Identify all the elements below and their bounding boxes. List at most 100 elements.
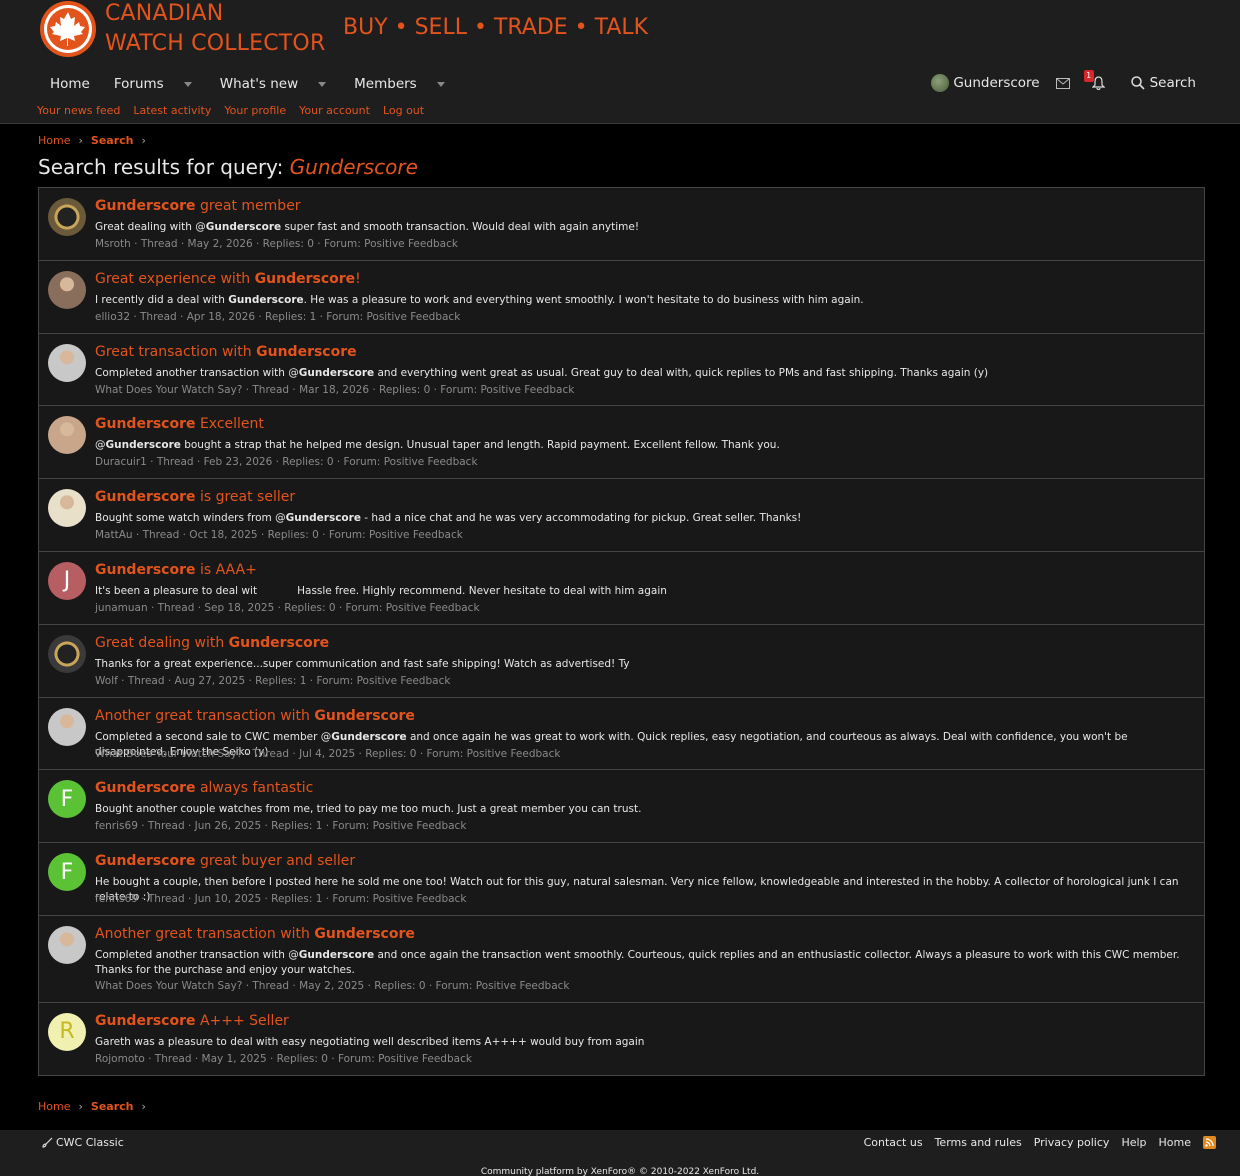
result-title[interactable]: Another great transaction with Gundersco… xyxy=(95,926,415,942)
breadcrumb-search[interactable]: Search xyxy=(91,134,134,147)
avatar[interactable]: F xyxy=(48,780,86,819)
result-snippet-highlight: Gunderscore xyxy=(285,512,361,525)
nav-whats-new[interactable]: What's new xyxy=(208,70,342,98)
breadcrumb-home[interactable]: Home xyxy=(38,134,70,147)
result-meta: What Does Your Watch Say? · Thread · Mar… xyxy=(95,383,575,396)
maple-leaf-logo-icon[interactable] xyxy=(38,0,102,58)
result-meta: Wolf · Thread · Aug 27, 2025 · Replies: … xyxy=(95,674,451,687)
search-results-list: Gunderscore great member Great dealing wi… xyxy=(38,187,1205,1076)
footer-contact-us[interactable]: Contact us xyxy=(864,1136,923,1149)
avatar[interactable] xyxy=(48,707,86,746)
inbox-button[interactable] xyxy=(1055,77,1070,89)
avatar[interactable]: R xyxy=(48,1012,86,1051)
avatar[interactable] xyxy=(48,270,86,309)
result-title-text: great buyer and seller xyxy=(195,853,356,870)
avatar[interactable] xyxy=(48,198,86,236)
result-title[interactable]: Gunderscore great buyer and seller xyxy=(95,853,355,869)
site-name[interactable]: CANADIAN WATCH COLLECTOR xyxy=(105,0,325,59)
result-title-highlight: Gunderscore xyxy=(95,1012,196,1029)
result-title-text: Great experience with xyxy=(95,270,255,287)
avatar[interactable] xyxy=(48,489,86,528)
result-title[interactable]: Gunderscore is great seller xyxy=(95,489,295,505)
search-result-item[interactable]: Gunderscore great member Great dealing wi… xyxy=(39,188,1204,261)
avatar[interactable] xyxy=(48,634,86,673)
result-title-highlight: Gunderscore xyxy=(254,270,356,287)
result-title-text: is AAA+ xyxy=(195,561,257,578)
breadcrumb-bottom: Home › Search › xyxy=(38,1100,154,1113)
nav-home[interactable]: Home xyxy=(38,70,102,98)
subnav-news-feed[interactable]: Your news feed xyxy=(37,104,120,117)
chevron-down-icon[interactable] xyxy=(318,81,327,87)
result-snippet: Great dealing with @Gunderscore super fa… xyxy=(95,220,1195,235)
avatar[interactable] xyxy=(48,416,86,455)
avatar[interactable] xyxy=(48,925,86,964)
breadcrumb-home[interactable]: Home xyxy=(38,1100,70,1113)
search-result-item[interactable]: Another great transaction with Gundersco… xyxy=(39,916,1204,1003)
result-title[interactable]: Gunderscore Excellent xyxy=(95,416,264,432)
search-result-item[interactable]: R Gunderscore A+++ Seller Gareth was a ple… xyxy=(39,1003,1204,1076)
result-meta: ellio32 · Thread · Apr 18, 2026 · Replie… xyxy=(95,310,461,323)
breadcrumb-search[interactable]: Search xyxy=(91,1100,134,1113)
result-snippet-text: I recently did a deal with xyxy=(95,293,229,306)
avatar[interactable] xyxy=(48,343,86,382)
result-title[interactable]: Gunderscore great member xyxy=(95,198,301,214)
result-title[interactable]: Gunderscore is AAA+ xyxy=(95,562,257,578)
alerts-button[interactable]: 1 xyxy=(1083,70,1105,90)
result-title[interactable]: Great dealing with Gunderscore xyxy=(95,635,329,651)
account-menu[interactable]: Gunderscore xyxy=(931,74,1040,92)
result-title-highlight: Gunderscore xyxy=(95,198,196,214)
style-chooser[interactable]: CWC Classic xyxy=(42,1136,124,1149)
subnav-your-account[interactable]: Your account xyxy=(299,104,370,117)
search-button[interactable]: Search xyxy=(1130,75,1196,91)
nav-forums[interactable]: Forums xyxy=(102,70,208,98)
search-result-item[interactable]: Great experience with Gunderscore! I rece… xyxy=(39,261,1204,334)
footer-help[interactable]: Help xyxy=(1121,1136,1146,1149)
chevron-down-icon[interactable] xyxy=(436,81,445,87)
result-snippet-text: Thanks for a great experience...super co… xyxy=(95,657,630,670)
user-nav: Gunderscore 1 Search xyxy=(931,70,1196,96)
subnav-latest-activity[interactable]: Latest activity xyxy=(133,104,211,117)
search-result-item[interactable]: Gunderscore is great seller Bought some w… xyxy=(39,479,1204,552)
paintbrush-icon xyxy=(42,1137,53,1148)
search-result-item[interactable]: Great dealing with Gunderscore Thanks for… xyxy=(39,625,1204,698)
result-snippet-highlight: Gunderscore xyxy=(298,366,375,379)
result-title[interactable]: Great experience with Gunderscore! xyxy=(95,271,361,287)
search-result-item[interactable]: Great transaction with Gunderscore Comple… xyxy=(39,334,1204,407)
footer-privacy[interactable]: Privacy policy xyxy=(1034,1136,1110,1149)
result-snippet-text: - had a nice chat and he was very accomm… xyxy=(360,512,802,525)
result-title-text: always fantastic xyxy=(195,780,314,797)
result-meta: fenris69 · Thread · Jun 26, 2025 · Repli… xyxy=(95,820,467,833)
result-title[interactable]: Great transaction with Gunderscore xyxy=(95,344,357,360)
result-snippet-text: Completed another transaction with @ xyxy=(95,948,299,961)
search-result-item[interactable]: F Gunderscore always fantastic Bought anot… xyxy=(39,770,1204,844)
subnav-your-profile[interactable]: Your profile xyxy=(224,104,286,117)
rss-icon[interactable] xyxy=(1203,1136,1216,1149)
result-meta: fenris69 · Thread · Jun 10, 2025 · Repli… xyxy=(95,893,467,906)
nav-members[interactable]: Members xyxy=(342,70,461,98)
avatar[interactable]: J xyxy=(48,561,86,600)
footer-home[interactable]: Home xyxy=(1159,1136,1191,1149)
search-result-item[interactable]: J Gunderscore is AAA+ It's been a pleasure… xyxy=(39,552,1204,625)
result-title[interactable]: Gunderscore always fantastic xyxy=(95,780,313,796)
search-result-item[interactable]: Gunderscore Excellent @Gunderscore bought… xyxy=(39,406,1204,480)
result-title-text: Great transaction with xyxy=(95,343,257,360)
result-title-highlight: Gunderscore xyxy=(95,416,196,433)
search-result-item[interactable]: F Gunderscore great buyer and seller He bo… xyxy=(39,843,1204,916)
result-snippet: Bought another couple watches from me, t… xyxy=(95,802,1195,817)
result-title[interactable]: Another great transaction with Gundersco… xyxy=(95,708,415,724)
result-snippet-text: bought a strap that he helped me design.… xyxy=(180,439,780,452)
result-snippet: It's been a pleasure to deal wit Hassle … xyxy=(95,584,1195,599)
result-title-text: ! xyxy=(355,270,361,287)
result-title-highlight: Gunderscore xyxy=(95,489,196,506)
subnav-log-out[interactable]: Log out xyxy=(383,104,424,117)
result-title-highlight: Gunderscore xyxy=(95,561,196,578)
result-snippet-highlight: Gunderscore xyxy=(228,293,304,306)
result-snippet-text: . He was a pleasure to work and everythi… xyxy=(303,293,864,306)
footer-terms[interactable]: Terms and rules xyxy=(935,1136,1022,1149)
avatar[interactable]: F xyxy=(48,853,86,892)
result-meta: What Does Your Watch Say? · Thread · May… xyxy=(95,979,570,992)
search-result-item[interactable]: Another great transaction with Gundersco… xyxy=(39,698,1204,771)
result-title-text: Another great transaction with xyxy=(95,925,315,942)
chevron-down-icon[interactable] xyxy=(183,81,192,87)
result-title[interactable]: Gunderscore A+++ Seller xyxy=(95,1013,289,1029)
